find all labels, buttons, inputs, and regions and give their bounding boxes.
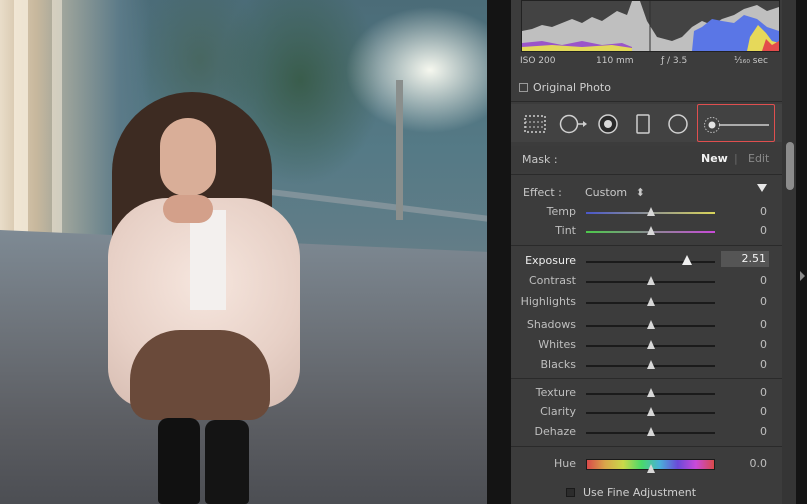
- panel-toggle-arrow-icon[interactable]: [800, 271, 805, 281]
- slider-thumb[interactable]: [646, 297, 655, 306]
- histogram: [521, 0, 780, 52]
- separator: [511, 101, 782, 102]
- slider-label: Hue: [553, 457, 576, 470]
- slider-whites[interactable]: Whites 0: [511, 337, 782, 355]
- red-eye-icon[interactable]: [597, 114, 619, 134]
- slider-shadows[interactable]: Shadows 0: [511, 317, 782, 335]
- slider-label: Dehaze: [534, 425, 577, 438]
- slider-thumb[interactable]: [646, 360, 655, 369]
- slider-label: Clarity: [540, 405, 576, 418]
- slider-value[interactable]: 0: [760, 425, 767, 438]
- slider-value[interactable]: 0: [760, 205, 767, 218]
- slider-label: Exposure: [525, 254, 576, 267]
- slider-value[interactable]: 0: [760, 405, 767, 418]
- mask-label: Mask :: [522, 153, 558, 166]
- slider-dehaze[interactable]: Dehaze 0: [511, 424, 782, 442]
- slider-thumb[interactable]: [646, 276, 655, 285]
- exif-focal-length: 110 mm: [596, 56, 634, 66]
- slider-value[interactable]: 0: [760, 338, 767, 351]
- slider-hue[interactable]: Hue 0.0: [511, 456, 782, 474]
- photo-subject-legs: [130, 330, 270, 420]
- exif-aperture: ƒ / 3.5: [661, 56, 688, 66]
- slider-thumb[interactable]: [646, 320, 655, 329]
- slider-thumb[interactable]: [646, 207, 655, 216]
- checkbox-icon: [519, 82, 528, 92]
- slider-exposure[interactable]: Exposure 2.51: [511, 251, 782, 271]
- slider-value-field[interactable]: 2.51: [721, 251, 769, 267]
- slider-label: Highlights: [520, 295, 576, 308]
- mask-edit-button[interactable]: Edit: [748, 152, 769, 165]
- slider-thumb[interactable]: [646, 388, 655, 397]
- slider-label: Blacks: [540, 358, 577, 371]
- slider-value[interactable]: 0.0: [750, 457, 768, 470]
- crop-overlay-icon[interactable]: [523, 114, 547, 134]
- photo-subject-boot: [205, 420, 249, 504]
- photo-pillar: [52, 0, 62, 245]
- slider-label: Tint: [555, 224, 576, 237]
- checkbox-icon: [566, 487, 575, 497]
- slider-value[interactable]: 0: [760, 295, 767, 308]
- slider-value[interactable]: 0: [760, 224, 767, 237]
- slider-thumb[interactable]: [646, 427, 655, 436]
- photo-subject-face: [160, 118, 216, 196]
- slider-label: Contrast: [528, 274, 576, 287]
- effect-row: Effect : Custom ⬍: [511, 180, 782, 204]
- exif-iso: ISO 200: [520, 56, 556, 66]
- develop-panel: ISO 200 110 mm ƒ / 3.5 ¹⁄₁₆₀ sec Origina…: [511, 0, 782, 504]
- slider-value[interactable]: 0: [760, 318, 767, 331]
- original-photo-label: Original Photo: [533, 80, 611, 94]
- original-photo-checkbox[interactable]: Original Photo: [519, 80, 611, 94]
- photo-subject-boot: [158, 418, 200, 504]
- slider-highlights[interactable]: Highlights 0: [511, 294, 782, 312]
- panel-scrollbar[interactable]: [782, 0, 796, 504]
- photo-pillar: [14, 0, 28, 245]
- radial-filter-icon[interactable]: [667, 114, 689, 134]
- slider-thumb[interactable]: [646, 340, 655, 349]
- panel-divider: [487, 0, 511, 504]
- exif-shutter: ¹⁄₁₆₀ sec: [734, 56, 768, 66]
- slider-label: Whites: [538, 338, 576, 351]
- separator: [511, 378, 782, 379]
- right-panel-edge: [796, 0, 807, 504]
- slider-track[interactable]: [586, 261, 715, 263]
- spot-removal-icon[interactable]: [559, 114, 589, 134]
- slider-thumb[interactable]: [646, 407, 655, 416]
- mask-new-button[interactable]: New: [701, 152, 728, 165]
- slider-label: Shadows: [526, 318, 576, 331]
- photo-subject-hand: [163, 195, 213, 223]
- scrollbar-thumb[interactable]: [786, 142, 794, 190]
- slider-contrast[interactable]: Contrast 0: [511, 273, 782, 291]
- photo-preview[interactable]: [0, 0, 487, 504]
- slider-value[interactable]: 0: [760, 358, 767, 371]
- graduated-filter-icon[interactable]: [635, 114, 651, 134]
- fine-adjustment-label: Use Fine Adjustment: [583, 485, 697, 499]
- photo-subject-top: [190, 210, 226, 310]
- slider-thumb[interactable]: [646, 464, 655, 473]
- slider-thumb[interactable]: [646, 226, 655, 235]
- slider-clarity[interactable]: Clarity 0: [511, 404, 782, 422]
- adjustment-brush-highlight: [697, 104, 775, 142]
- collapse-triangle-icon[interactable]: [757, 184, 767, 192]
- slider-label: Texture: [535, 386, 576, 399]
- slider-blacks[interactable]: Blacks 0: [511, 357, 782, 375]
- effect-preset-value: Custom: [585, 186, 628, 199]
- separator: [511, 245, 782, 246]
- slider-value[interactable]: 0: [760, 274, 767, 287]
- slider-texture[interactable]: Texture 0: [511, 385, 782, 403]
- photo-pole: [396, 80, 403, 220]
- slider-tint[interactable]: Tint 0: [511, 223, 782, 241]
- slider-temp[interactable]: Temp 0: [511, 204, 782, 222]
- mask-row: Mask : New | Edit: [511, 146, 782, 172]
- slider-thumb[interactable]: [681, 255, 692, 265]
- updown-arrows-icon: ⬍: [635, 186, 645, 199]
- separator: [511, 174, 782, 175]
- fine-adjustment-checkbox[interactable]: Use Fine Adjustment: [566, 485, 696, 499]
- mask-divider: |: [734, 152, 738, 165]
- separator: [511, 446, 782, 447]
- slider-value[interactable]: 0: [760, 386, 767, 399]
- effect-preset-dropdown[interactable]: Custom ⬍: [585, 186, 645, 199]
- slider-label: Temp: [546, 205, 576, 218]
- effect-label: Effect :: [523, 186, 562, 199]
